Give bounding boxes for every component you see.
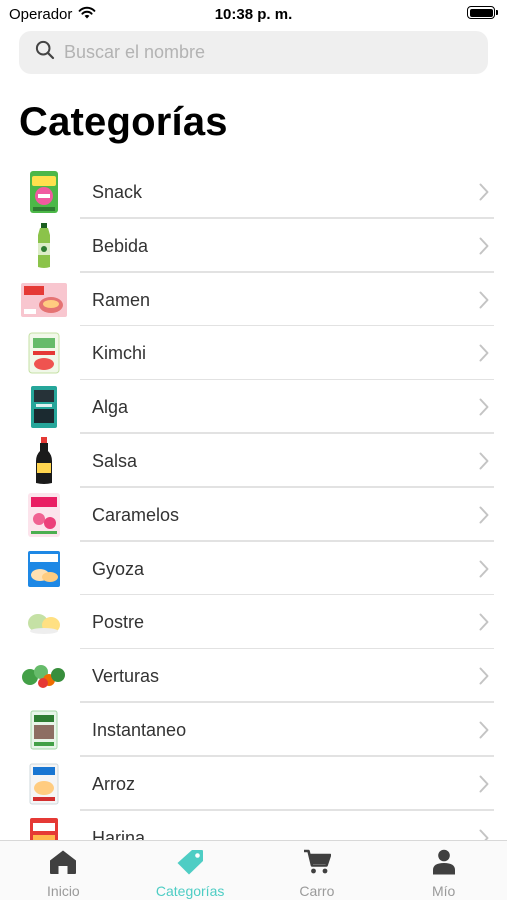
rice-package-thumbnail [20, 761, 68, 807]
vegetables-thumbnail [20, 653, 68, 699]
category-row-postre[interactable]: Postre [0, 595, 507, 650]
tab-mio[interactable]: Mío [380, 841, 507, 900]
category-label: Postre [92, 612, 145, 633]
page-title: Categorías [19, 100, 228, 144]
category-list[interactable]: Snack Bebida Ramen Kimchi Alga Salsa Car… [0, 165, 507, 841]
status-bar: Operador 10:38 p. m. [0, 0, 507, 28]
cart-icon [303, 849, 332, 880]
tab-label: Inicio [47, 883, 80, 899]
battery-icon [467, 6, 498, 19]
sauce-bottle-thumbnail [20, 436, 68, 484]
flour-package-thumbnail [20, 815, 68, 841]
dessert-mochi-thumbnail [20, 599, 68, 645]
category-label: Alga [92, 397, 129, 418]
tab-categorias[interactable]: Categorías [127, 841, 254, 900]
chevron-right-icon [479, 237, 489, 260]
search-bar[interactable] [19, 31, 488, 74]
category-row-kimchi[interactable]: Kimchi [0, 326, 507, 381]
home-icon [49, 849, 77, 880]
ramen-package-thumbnail [20, 277, 68, 323]
category-row-harina[interactable]: Harina [0, 811, 507, 841]
category-label: Salsa [92, 450, 138, 471]
status-time: 10:38 p. m. [214, 6, 293, 23]
tab-carro[interactable]: Carro [254, 841, 381, 900]
category-label: Kimchi [92, 343, 147, 364]
category-row-bebida[interactable]: Bebida [0, 219, 507, 273]
category-label: Verturas [92, 666, 160, 687]
chevron-right-icon [479, 398, 489, 421]
category-row-arroz[interactable]: Arroz [0, 757, 507, 811]
category-label: Instantaneo [92, 719, 187, 740]
candy-package-thumbnail [20, 492, 68, 538]
chevron-right-icon [479, 667, 489, 690]
category-label: Arroz [92, 773, 136, 794]
tab-label: Carro [299, 883, 335, 899]
category-row-salsa[interactable]: Salsa [0, 434, 507, 488]
chevron-right-icon [479, 452, 489, 475]
tab-inicio[interactable]: Inicio [0, 841, 127, 900]
category-label: Snack [92, 182, 143, 202]
search-input[interactable] [64, 42, 464, 63]
gyoza-package-thumbnail [20, 546, 68, 592]
category-row-snack[interactable]: Snack [0, 165, 507, 219]
search-icon [35, 40, 64, 65]
snack-package-thumbnail [20, 169, 68, 215]
chevron-right-icon [479, 721, 489, 744]
instant-food-thumbnail [20, 707, 68, 753]
category-label: Harina [92, 827, 146, 841]
category-label: Gyoza [92, 558, 145, 579]
category-row-ramen[interactable]: Ramen [0, 273, 507, 327]
chevron-right-icon [479, 775, 489, 798]
tab-bar: Inicio Categorías Carro Mío [0, 840, 507, 900]
seaweed-package-thumbnail [20, 384, 68, 430]
chevron-right-icon [479, 344, 489, 367]
chevron-right-icon [479, 560, 489, 583]
category-row-gyoza[interactable]: Gyoza [0, 542, 507, 596]
category-row-verturas[interactable]: Verturas [0, 649, 507, 703]
chevron-right-icon [479, 613, 489, 636]
person-icon [430, 849, 458, 880]
category-row-alga[interactable]: Alga [0, 380, 507, 434]
category-label: Caramelos [92, 504, 180, 525]
category-row-instantaneo[interactable]: Instantaneo [0, 703, 507, 757]
kimchi-package-thumbnail [20, 330, 68, 376]
tag-icon [176, 849, 204, 880]
tab-label: Mío [431, 883, 456, 899]
chevron-right-icon [479, 506, 489, 529]
tab-label: Categorías [155, 883, 225, 899]
category-label: Bebida [92, 235, 149, 256]
category-row-caramelos[interactable]: Caramelos [0, 488, 507, 542]
drink-bottle-thumbnail [20, 222, 68, 269]
chevron-right-icon [479, 183, 489, 206]
chevron-right-icon [479, 291, 489, 314]
category-label: Ramen [92, 289, 151, 310]
